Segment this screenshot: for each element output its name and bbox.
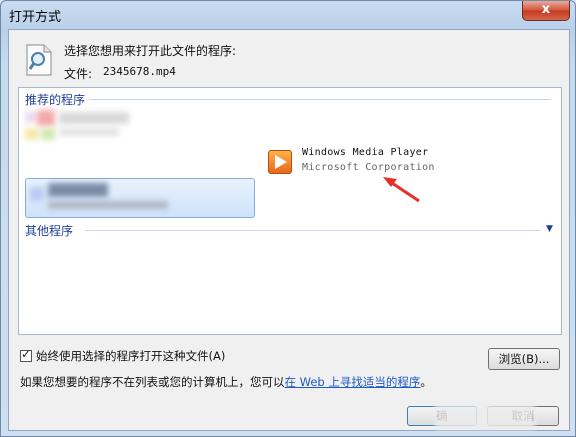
blurred-program-icon xyxy=(41,128,55,140)
annotation-arrow xyxy=(383,177,420,203)
program-list[interactable]: 推荐的程序 Windows Media Player Microsoft Cor… xyxy=(18,87,562,335)
section-divider xyxy=(85,230,541,231)
close-button[interactable]: x xyxy=(522,1,570,21)
blurred-program-name xyxy=(48,183,108,197)
file-name: 2345678.mp4 xyxy=(103,65,176,78)
media-player-icon xyxy=(268,150,292,174)
dialog-body: 选择您想用来打开此文件的程序: 文件: 2345678.mp4 推荐的程序 Wi… xyxy=(8,29,570,431)
open-with-dialog: 打开方式 x 选择您想用来打开此文件的程序: 文件: 2345678.mp4 推… xyxy=(0,0,576,437)
program-item-company: Microsoft Corporation xyxy=(302,162,435,173)
dialog-prompt: 选择您想用来打开此文件的程序: xyxy=(64,44,237,58)
help-suffix: 。 xyxy=(420,375,432,389)
help-text: 如果您想要的程序不在列表或您的计算机上，您可以在 Web 上寻找适当的程序。 xyxy=(20,374,432,390)
chevron-down-icon[interactable]: ▼ xyxy=(546,225,556,234)
blurred-program-company xyxy=(59,128,119,136)
window-title: 打开方式 xyxy=(9,10,62,25)
blurred-program-icon xyxy=(30,187,44,201)
blurred-program-name xyxy=(59,112,129,124)
other-programs-header: 其他程序 xyxy=(25,224,74,238)
watermark-blur xyxy=(435,404,535,430)
blurred-program-icon xyxy=(25,128,39,140)
recommended-programs-header: 推荐的程序 xyxy=(25,93,86,107)
blurred-program-company xyxy=(48,201,168,209)
help-prefix: 如果您想要的程序不在列表或您的计算机上，您可以 xyxy=(20,375,285,389)
web-search-link[interactable]: 在 Web 上寻找适当的程序 xyxy=(285,375,421,389)
blurred-program-icon xyxy=(25,112,37,122)
blurred-program-icon xyxy=(37,110,55,126)
program-item-name[interactable]: Windows Media Player xyxy=(302,147,428,158)
title-bar[interactable]: 打开方式 x xyxy=(1,1,576,29)
browse-button[interactable]: 浏览(B)... xyxy=(488,348,560,370)
section-divider xyxy=(89,99,551,100)
program-item-selected[interactable] xyxy=(25,178,255,218)
file-label: 文件: xyxy=(64,67,93,81)
always-use-checkbox[interactable] xyxy=(20,347,32,362)
file-search-icon xyxy=(26,44,52,76)
always-use-label[interactable]: 始终使用选择的程序打开这种文件(A) xyxy=(36,348,225,364)
